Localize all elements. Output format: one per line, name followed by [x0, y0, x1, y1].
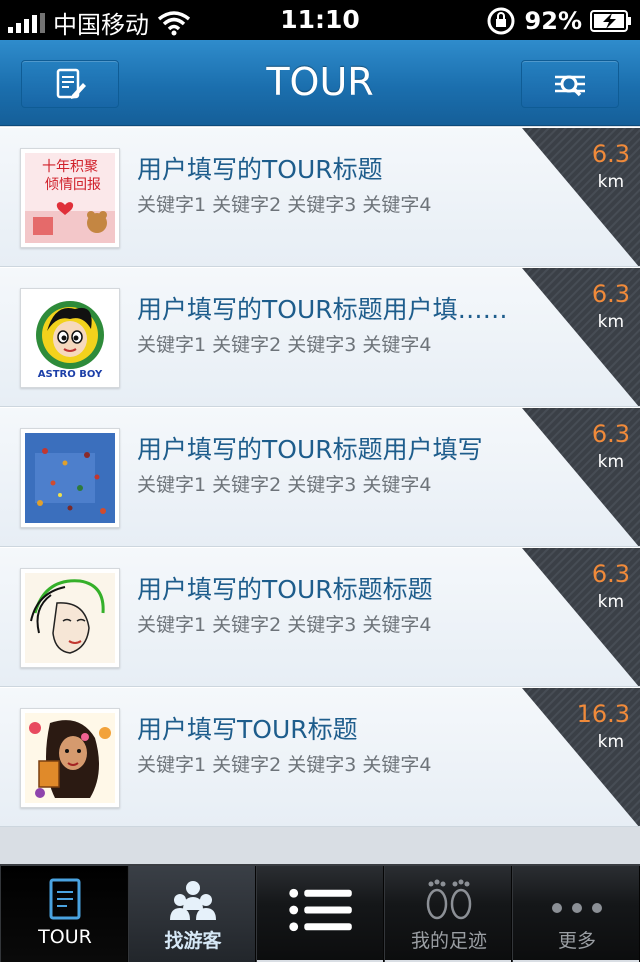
item-keywords: 关键字1 关键字2 关键字3 关键字4	[137, 194, 432, 216]
tab-label: TOUR	[38, 926, 92, 948]
battery-charging-icon	[590, 10, 631, 32]
tab-tour[interactable]: TOUR	[0, 866, 128, 962]
list-item[interactable]: 用户填写TOUR标题 关键字1 关键字2 关键字3 关键字4 16.3 km	[0, 687, 640, 827]
tab-bar: TOUR 找游客 我的足迹 更多	[0, 864, 640, 962]
thumbnail-promo-banner: 十年积聚 倾情回报	[20, 148, 120, 248]
distance-unit: km	[597, 172, 624, 192]
distance-value: 6.3	[591, 560, 630, 588]
distance-unit: km	[597, 452, 624, 472]
list-item[interactable]: ASTRO BOY 用户填写的TOUR标题用户填…… 关键字1 关键字2 关键字…	[0, 267, 640, 407]
tab-find-tourists[interactable]: 找游客	[128, 866, 256, 962]
tab-more[interactable]: 更多	[512, 866, 640, 962]
distance-value: 6.3	[591, 280, 630, 308]
tab-list[interactable]	[256, 866, 384, 962]
nav-bar: TOUR	[0, 40, 640, 126]
list-item[interactable]: 用户填写的TOUR标题标题 关键字1 关键字2 关键字3 关键字4 6.3 km	[0, 547, 640, 687]
distance-value: 6.3	[591, 420, 630, 448]
astro-logo-text: ASTRO BOY	[38, 369, 103, 380]
item-title: 用户填写的TOUR标题标题	[137, 575, 433, 604]
list-item[interactable]: 十年积聚 倾情回报 用户填写的TOUR标题 关键字1 关键字2 关键字3 关键字…	[0, 127, 640, 267]
tour-list: 十年积聚 倾情回报 用户填写的TOUR标题 关键字1 关键字2 关键字3 关键字…	[0, 127, 640, 827]
tab-my-footprints[interactable]: 我的足迹	[384, 866, 512, 962]
item-title: 用户填写的TOUR标题用户填……	[137, 295, 508, 324]
item-keywords: 关键字1 关键字2 关键字3 关键字4	[137, 334, 432, 356]
people-icon	[170, 881, 216, 920]
more-dots-icon	[552, 903, 602, 913]
distance-unit: km	[597, 592, 624, 612]
rotation-lock-icon	[487, 7, 515, 35]
item-keywords: 关键字1 关键字2 关键字3 关键字4	[137, 474, 432, 496]
footprints-icon	[426, 879, 472, 920]
distance-unit: km	[597, 732, 624, 752]
item-title: 用户填写TOUR标题	[137, 715, 358, 744]
status-bar: 中国移动 11:10 92%	[0, 0, 640, 40]
search-filter-icon	[555, 75, 585, 97]
tab-label: 我的足迹	[410, 930, 487, 952]
battery-percent: 92%	[524, 7, 582, 35]
thumbnail-lady-sketch	[20, 568, 120, 668]
document-icon	[49, 878, 81, 920]
thumbnail-astro-boy: ASTRO BOY	[20, 288, 120, 388]
promo-text-1: 十年积聚	[42, 159, 98, 175]
item-title: 用户填写的TOUR标题用户填写	[137, 435, 483, 464]
thumbnail-blue-painting	[20, 428, 120, 528]
tab-label: 找游客	[164, 930, 222, 952]
list-icon	[289, 888, 352, 932]
distance-value: 6.3	[591, 140, 630, 168]
search-filter-button[interactable]	[521, 60, 619, 108]
distance-value: 16.3	[576, 700, 630, 728]
tab-label: 更多	[557, 930, 596, 952]
distance-unit: km	[597, 312, 624, 332]
item-keywords: 关键字1 关键字2 关键字3 关键字4	[137, 754, 432, 776]
item-title: 用户填写的TOUR标题	[137, 155, 383, 184]
promo-text-2: 倾情回报	[45, 177, 101, 193]
item-keywords: 关键字1 关键字2 关键字3 关键字4	[137, 614, 432, 636]
list-item[interactable]: 用户填写的TOUR标题用户填写 关键字1 关键字2 关键字3 关键字4 6.3 …	[0, 407, 640, 547]
thumbnail-girl-illustration	[20, 708, 120, 808]
